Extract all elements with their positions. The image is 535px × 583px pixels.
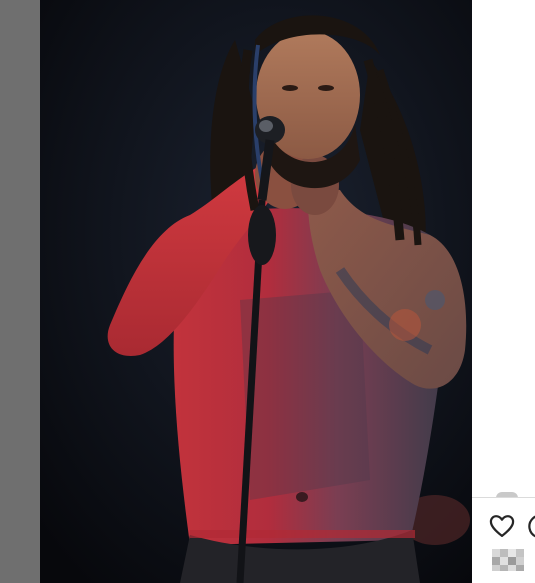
post-sidebar bbox=[472, 0, 535, 583]
action-divider bbox=[472, 497, 535, 498]
liked-by-avatar[interactable] bbox=[492, 549, 528, 571]
background-left-strip bbox=[0, 0, 40, 583]
photo-illustration bbox=[40, 0, 472, 583]
comment-button[interactable] bbox=[526, 512, 535, 540]
heart-outline-icon bbox=[489, 515, 515, 538]
post-photo[interactable] bbox=[40, 0, 472, 583]
like-button[interactable] bbox=[488, 512, 516, 540]
speech-bubble-icon bbox=[528, 515, 535, 538]
